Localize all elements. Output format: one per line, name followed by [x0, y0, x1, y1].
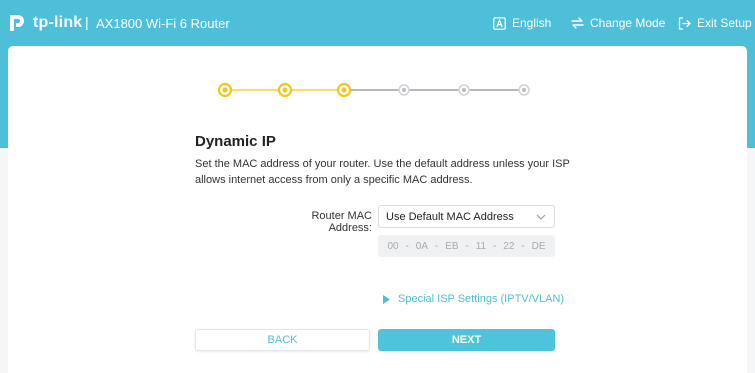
change-mode-icon — [571, 17, 584, 29]
step-2 — [277, 82, 293, 98]
step-1 — [217, 82, 233, 98]
header-separator: | — [85, 14, 89, 30]
brand-name: tp-link — [33, 14, 83, 31]
progress-stepper — [217, 82, 530, 98]
chevron-down-icon — [536, 214, 546, 220]
language-button[interactable]: English — [493, 14, 551, 32]
product-name: AX1800 Wi-Fi 6 Router — [96, 16, 230, 31]
exit-label: Exit Setup — [697, 16, 752, 30]
mac-address-field: 00 - 0A - EB - 11 - 22 - DE — [378, 235, 555, 257]
setup-card: Dynamic IP Set the MAC address of your r… — [8, 46, 747, 373]
mac-address-label: Router MAC Address: — [311, 210, 372, 234]
exit-setup-button[interactable]: Exit Setup — [678, 14, 752, 32]
language-label: English — [512, 16, 552, 30]
step-6 — [518, 84, 530, 96]
page-description: Set the MAC address of your router. Use … — [195, 158, 570, 186]
special-isp-settings-label: Special ISP Settings (IPTV/VLAN) — [398, 293, 565, 305]
back-button[interactable]: BACK — [195, 329, 370, 351]
mac-dash: - — [465, 240, 469, 252]
top-bar: tp-link | AX1800 Wi-Fi 6 Router English … — [0, 0, 755, 46]
mac-dash: - — [405, 240, 409, 252]
step-4 — [398, 84, 410, 96]
language-icon — [493, 16, 506, 30]
mac-octet-3: EB — [445, 240, 459, 252]
change-mode-button[interactable]: Change Mode — [571, 14, 665, 32]
tp-link-logo-icon — [10, 15, 24, 31]
mac-address-select[interactable]: Use Default MAC Address — [378, 205, 555, 228]
mac-dash: - — [493, 240, 497, 252]
step-3 — [336, 82, 352, 98]
step-5 — [458, 84, 470, 96]
mac-select-value: Use Default MAC Address — [386, 211, 514, 223]
mac-dash: - — [434, 240, 439, 252]
mac-octet-2: 0A — [415, 240, 428, 252]
next-button[interactable]: NEXT — [378, 329, 555, 351]
mac-octet-4: 11 — [475, 240, 487, 252]
mac-dash: - — [521, 240, 525, 252]
exit-icon — [678, 16, 691, 30]
mac-octet-1: 00 — [387, 240, 399, 252]
mac-octet-5: 22 — [503, 240, 515, 252]
special-isp-settings-link[interactable]: Special ISP Settings (IPTV/VLAN) — [383, 293, 564, 305]
change-mode-label: Change Mode — [590, 16, 666, 30]
mac-octet-6: DE — [531, 240, 546, 252]
triangle-right-icon — [383, 294, 390, 304]
tp-link-logo: tp-link — [8, 11, 82, 35]
page-title: Dynamic IP — [195, 133, 276, 150]
